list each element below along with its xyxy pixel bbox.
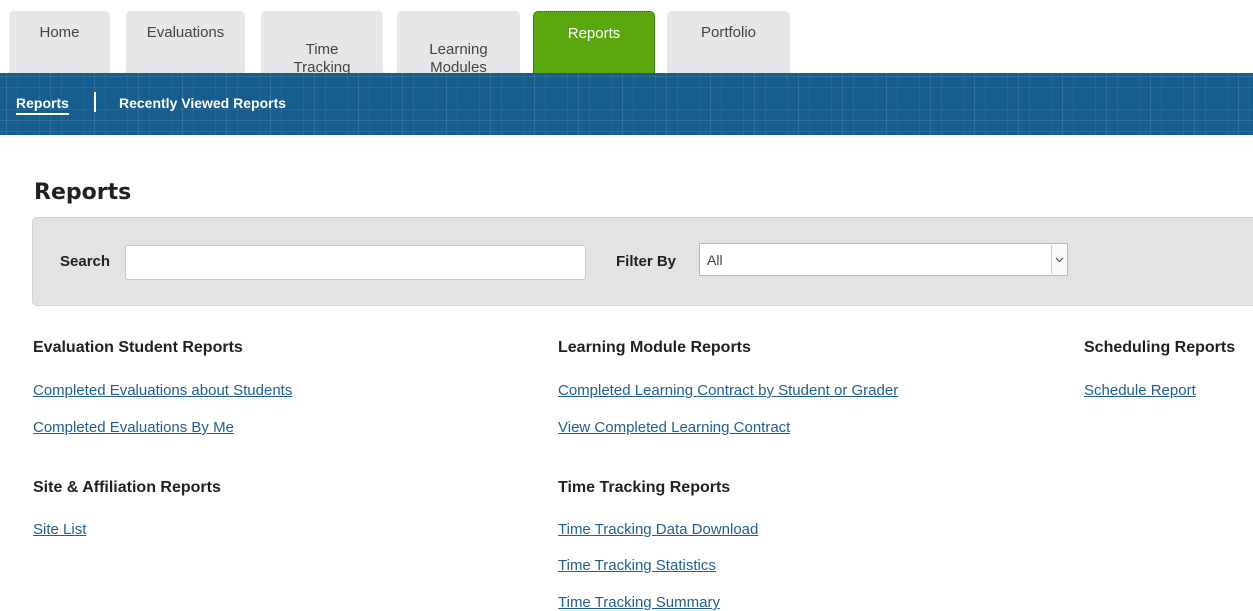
report-link[interactable]: Completed Evaluations about Students <box>33 382 292 399</box>
report-link[interactable]: Completed Evaluations By Me <box>33 419 234 436</box>
tab-portfolio[interactable]: Portfolio <box>667 11 790 73</box>
tab-learning-modules[interactable]: Learning Modules <box>397 11 520 76</box>
section-heading-evaluation-student: Evaluation Student Reports <box>33 339 243 356</box>
section-heading-time-tracking: Time Tracking Reports <box>558 479 731 496</box>
subnav-divider <box>94 92 96 112</box>
tab-reports[interactable]: Reports <box>533 11 655 73</box>
tab-label: Reports <box>567 25 621 42</box>
sub-navigation: Reports Recently Viewed Reports <box>0 73 1253 135</box>
search-label: Search <box>60 253 111 270</box>
chevron-down-icon[interactable] <box>1051 245 1066 274</box>
subnav-reports-link[interactable]: Reports <box>16 95 69 115</box>
report-link[interactable]: Time Tracking Data Download <box>558 521 758 538</box>
tab-label: Time Tracking <box>293 41 351 76</box>
filter-by-label: Filter By <box>616 253 677 270</box>
page-title: Reports <box>34 180 132 205</box>
report-link[interactable]: Time Tracking Statistics <box>558 557 716 574</box>
tab-label: Home <box>39 24 80 41</box>
filter-by-select[interactable]: All <box>699 243 1068 276</box>
report-link[interactable]: View Completed Learning Contract <box>558 419 790 436</box>
search-panel: Search Filter By All <box>32 217 1253 306</box>
section-heading-learning-module: Learning Module Reports <box>558 339 751 356</box>
main-tab-bar: Home Evaluations Time Tracking Learning … <box>0 0 1253 76</box>
tab-time-tracking[interactable]: Time Tracking <box>261 11 383 76</box>
report-link[interactable]: Site List <box>33 521 86 538</box>
report-link[interactable]: Time Tracking Summary <box>558 594 720 611</box>
tab-home[interactable]: Home <box>9 11 110 73</box>
tab-label: Evaluations <box>146 24 225 41</box>
tab-label: Learning Modules <box>429 41 488 76</box>
section-heading-site-affiliation: Site & Affiliation Reports <box>33 479 221 496</box>
report-link[interactable]: Completed Learning Contract by Student o… <box>558 382 898 399</box>
search-input[interactable] <box>125 245 586 280</box>
tab-evaluations[interactable]: Evaluations <box>126 11 245 73</box>
section-heading-scheduling: Scheduling Reports <box>1084 339 1236 356</box>
subnav-recently-viewed-link[interactable]: Recently Viewed Reports <box>119 95 286 111</box>
filter-selected-value: All <box>707 252 723 268</box>
tab-label: Portfolio <box>700 24 757 41</box>
report-link[interactable]: Schedule Report <box>1084 382 1196 399</box>
